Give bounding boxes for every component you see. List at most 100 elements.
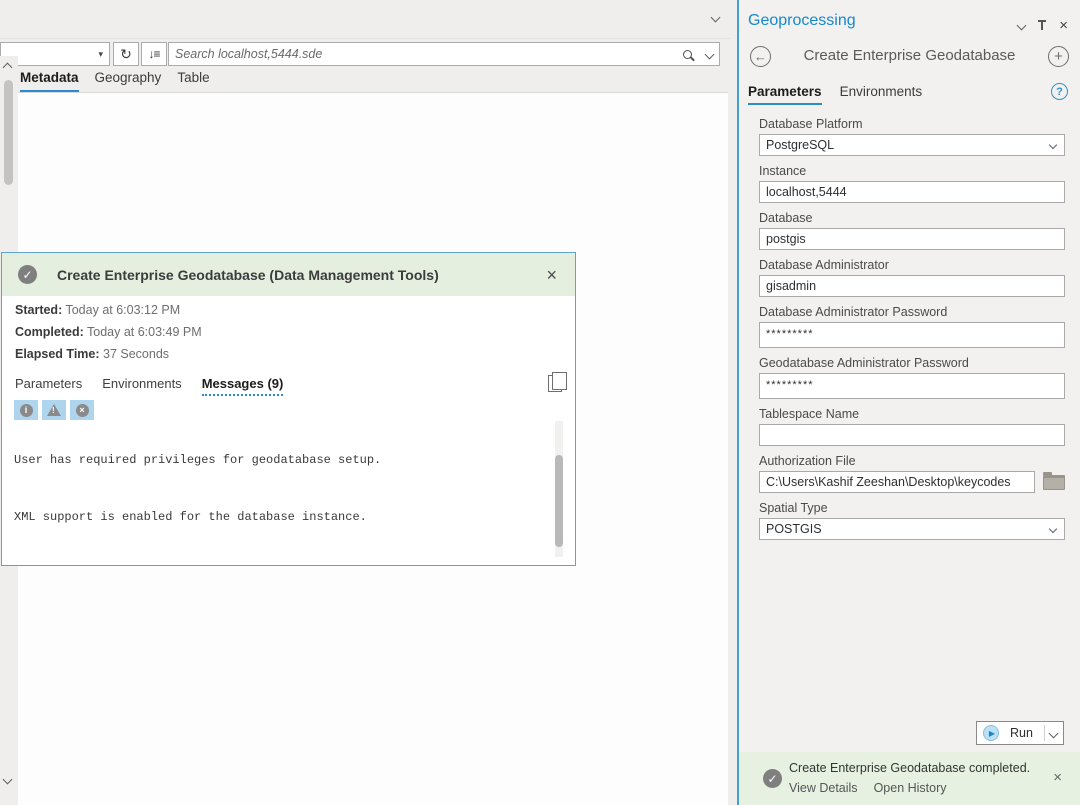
tablespace-name-label: Tablespace Name	[759, 407, 1065, 421]
completed-value: Today at 6:03:49 PM	[87, 325, 202, 339]
arcgis-pro-window: ▾ ↻ ↓≡ Metadata Geography Table	[0, 0, 1080, 805]
view-details-link[interactable]: View Details	[789, 781, 858, 795]
open-history-link[interactable]: Open History	[874, 781, 947, 795]
play-icon: ▶	[983, 725, 999, 741]
panel-header-icons: ×	[1018, 18, 1068, 33]
panel-tabs: Parameters Environments	[748, 84, 922, 105]
refresh-icon: ↻	[120, 46, 132, 63]
instance-input[interactable]: localhost,5444	[759, 181, 1065, 203]
search-icon[interactable]	[683, 50, 692, 59]
close-icon[interactable]: ×	[546, 266, 557, 284]
pin-icon[interactable]	[1038, 20, 1046, 32]
database-platform-label: Database Platform	[759, 117, 1065, 131]
message-line: User has required privileges for geodata…	[14, 451, 554, 470]
scrollbar-thumb[interactable]	[4, 80, 13, 185]
message-line: XML support is enabled for the database …	[14, 508, 554, 527]
close-icon[interactable]: ×	[1059, 18, 1068, 33]
add-to-project-icon[interactable]: +	[1048, 46, 1069, 67]
tool-header: ← Create Enterprise Geodatabase +	[739, 44, 1080, 72]
success-check-icon: ✓	[18, 265, 37, 284]
help-icon[interactable]: ?	[1051, 83, 1068, 100]
tab-environments[interactable]: Environments	[840, 84, 923, 105]
catalog-view-pane: ▾ ↻ ↓≡ Metadata Geography Table	[0, 0, 730, 805]
chevron-down-icon: ▾	[98, 49, 103, 60]
message-filter-buttons: i ×	[14, 400, 94, 420]
geodatabase-administrator-password-input[interactable]: *********	[759, 373, 1065, 399]
console-scrollbar-thumb[interactable]	[555, 455, 563, 547]
database-administrator-password-input[interactable]: *********	[759, 322, 1065, 348]
error-icon: ×	[76, 404, 89, 417]
tool-title: Create Enterprise Geodatabase	[779, 47, 1040, 64]
tab-environments[interactable]: Environments	[102, 376, 181, 396]
instance-label: Instance	[759, 164, 1065, 178]
completion-notification: ✓ Create Enterprise Geodatabase complete…	[739, 752, 1080, 805]
info-icon: i	[20, 404, 33, 417]
success-check-icon: ✓	[763, 769, 782, 788]
select-value: POSTGIS	[766, 521, 1050, 537]
select-value: PostgreSQL	[766, 137, 1050, 153]
authorization-file-input[interactable]: C:\Users\Kashif Zeeshan\Desktop\keycodes	[759, 471, 1035, 493]
started-value: Today at 6:03:12 PM	[65, 303, 180, 317]
run-button[interactable]: ▶ Run	[976, 721, 1064, 745]
geodatabase-administrator-password-label: Geodatabase Administrator Password	[759, 356, 1065, 370]
started-row: Started: Today at 6:03:12 PM	[15, 303, 202, 317]
database-administrator-input[interactable]: gisadmin	[759, 275, 1065, 297]
tab-geography[interactable]: Geography	[95, 70, 162, 92]
error-filter-button[interactable]: ×	[70, 400, 94, 420]
copy-icon[interactable]	[548, 375, 562, 392]
spatial-type-label: Spatial Type	[759, 501, 1065, 515]
completed-label: Completed:	[15, 325, 84, 339]
close-icon[interactable]: ×	[1053, 769, 1062, 786]
refresh-button[interactable]: ↻	[113, 42, 139, 66]
database-administrator-label: Database Administrator	[759, 258, 1065, 272]
database-input[interactable]: postgis	[759, 228, 1065, 250]
geoprocessing-panel: Geoprocessing × ← Create Enterprise Geod…	[737, 0, 1080, 805]
tablespace-name-input[interactable]	[759, 424, 1065, 446]
run-summary: Started: Today at 6:03:12 PM Completed: …	[15, 303, 202, 369]
elapsed-row: Elapsed Time: 37 Seconds	[15, 347, 202, 361]
database-platform-select[interactable]: PostgreSQL	[759, 134, 1065, 156]
search-input[interactable]	[175, 47, 683, 61]
chevron-down-icon[interactable]	[1017, 21, 1027, 31]
search-box	[168, 42, 720, 66]
view-tabs: Metadata Geography Table	[20, 70, 210, 92]
elapsed-label: Elapsed Time:	[15, 347, 100, 361]
chevron-down-icon	[1049, 141, 1057, 149]
chevron-down-icon	[1049, 525, 1057, 533]
panel-title: Geoprocessing	[748, 12, 856, 30]
authorization-file-label: Authorization File	[759, 454, 1065, 468]
tab-parameters[interactable]: Parameters	[15, 376, 82, 396]
dialog-title: Create Enterprise Geodatabase (Data Mana…	[57, 267, 546, 283]
dialog-header: ✓ Create Enterprise Geodatabase (Data Ma…	[2, 253, 575, 296]
back-arrow-icon[interactable]: ←	[750, 46, 771, 67]
database-label: Database	[759, 211, 1065, 225]
chevron-down-icon[interactable]	[711, 13, 721, 23]
scroll-up-icon[interactable]	[3, 63, 13, 73]
sort-button[interactable]: ↓≡	[141, 42, 167, 66]
dialog-tabs: Parameters Environments Messages (9)	[15, 376, 283, 396]
divider	[1044, 725, 1045, 741]
spatial-type-select[interactable]: POSTGIS	[759, 518, 1065, 540]
completed-row: Completed: Today at 6:03:49 PM	[15, 325, 202, 339]
sort-icon: ↓≡	[148, 47, 159, 61]
warning-icon	[47, 404, 61, 416]
tab-metadata[interactable]: Metadata	[20, 70, 79, 92]
warning-filter-button[interactable]	[42, 400, 66, 420]
browse-folder-icon[interactable]	[1043, 475, 1065, 490]
divider	[0, 38, 730, 39]
messages-console[interactable]: User has required privileges for geodata…	[14, 423, 554, 555]
elapsed-value: 37 Seconds	[103, 347, 169, 361]
tab-table[interactable]: Table	[177, 70, 209, 92]
database-administrator-password-label: Database Administrator Password	[759, 305, 1065, 319]
info-filter-button[interactable]: i	[14, 400, 38, 420]
chevron-down-icon[interactable]	[705, 49, 715, 59]
notification-message: Create Enterprise Geodatabase completed.	[789, 761, 1030, 775]
run-button-label: Run	[999, 726, 1044, 740]
tab-messages[interactable]: Messages (9)	[202, 376, 284, 396]
tool-result-dialog: ✓ Create Enterprise Geodatabase (Data Ma…	[1, 252, 576, 566]
tab-parameters[interactable]: Parameters	[748, 84, 822, 105]
parameters-form: Database Platform PostgreSQL Instance lo…	[759, 117, 1065, 548]
chevron-down-icon[interactable]	[1049, 728, 1059, 738]
started-label: Started:	[15, 303, 62, 317]
scroll-down-icon[interactable]	[3, 775, 13, 785]
